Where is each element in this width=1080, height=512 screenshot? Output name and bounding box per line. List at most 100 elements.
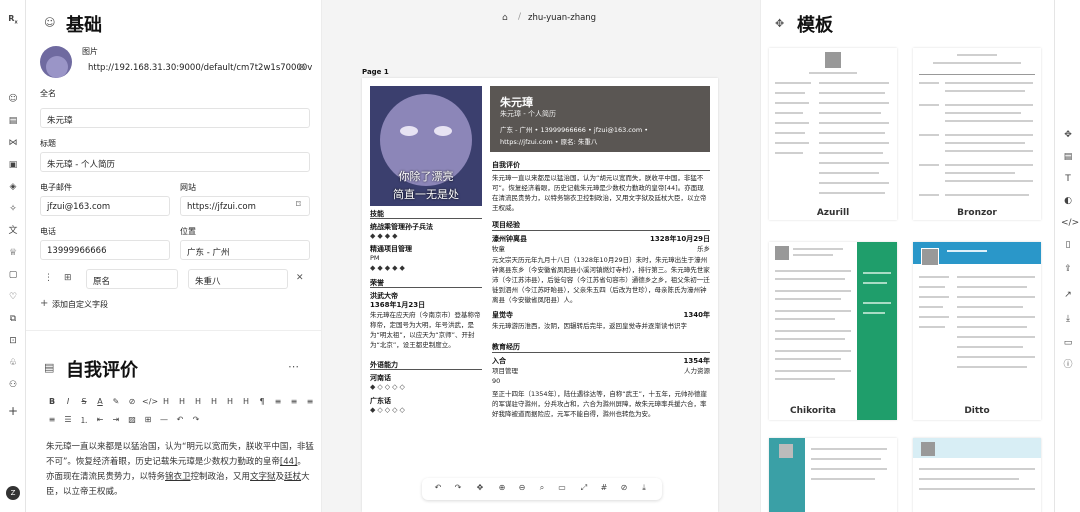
language-level: ◆◇◇◇◇ [370, 383, 407, 391]
heading5-icon[interactable]: H [224, 397, 236, 406]
export-icon[interactable]: ⤓ [1061, 312, 1075, 326]
references-icon[interactable]: ⚇ [6, 378, 20, 392]
add-section-icon[interactable]: + [6, 404, 20, 418]
redo-icon[interactable]: ↷ [190, 415, 202, 424]
notes-icon[interactable]: ▭ [1061, 336, 1075, 350]
email-input[interactable]: jfzui@163.com [40, 196, 170, 216]
briefcase-icon[interactable]: ▣ [6, 158, 20, 172]
template-icon[interactable]: ✥ [1061, 128, 1075, 142]
location-input[interactable]: 广东 - 广州 [180, 240, 310, 260]
skills-icon[interactable]: ✧ [6, 202, 20, 216]
volunteer-icon[interactable]: ♧ [6, 356, 20, 370]
picture-url-input[interactable]: http://192.168.31.30:9000/default/cm7t2w… [82, 58, 312, 78]
heading2-icon[interactable]: H [176, 397, 188, 406]
ordered-list-icon[interactable]: ⒈ [78, 415, 90, 426]
phone-input[interactable]: 13999966666 [40, 240, 170, 260]
share-icon[interactable]: ⋈ [6, 136, 20, 150]
summary-underline: 廷杖 [284, 472, 302, 482]
plus-icon[interactable]: + [40, 298, 48, 309]
toggle-layout-icon[interactable]: ▭ [556, 483, 568, 492]
strikethrough-icon[interactable]: S [78, 397, 90, 406]
zoom-out-icon[interactable]: ⊖ [516, 483, 528, 492]
outdent-icon[interactable]: ⇤ [94, 415, 106, 424]
bullet-list-icon[interactable]: ☰ [62, 415, 74, 424]
undo-icon[interactable]: ↶ [174, 415, 186, 424]
redo-icon[interactable]: ↷ [452, 483, 464, 492]
avatar[interactable] [40, 46, 72, 78]
certificate-icon[interactable]: ▢ [6, 268, 20, 282]
share-icon[interactable]: ⇪ [1061, 262, 1075, 276]
pan-icon[interactable]: ✥ [474, 483, 486, 492]
fullname-input[interactable]: 朱元璋 [40, 108, 310, 128]
drag-handle-icon[interactable]: ⋮ [44, 273, 53, 283]
language-icon[interactable]: 文 [6, 224, 20, 238]
preview-canvas[interactable]: ⌂ / zhu-yuan-zhang Page 1 你除了漂亮 简直一无是处 朱… [322, 0, 760, 512]
website-input[interactable]: https://jfzui.com [180, 196, 310, 216]
summary-text: 及 [275, 472, 285, 482]
css-icon[interactable]: </> [1061, 216, 1079, 230]
heading4-icon[interactable]: H [208, 397, 220, 406]
code-icon[interactable]: </> [142, 397, 158, 406]
link-icon[interactable]: ⊘ [126, 397, 138, 406]
custom-field-name-input[interactable]: 原名 [86, 269, 178, 289]
picture-options-icon[interactable]: ⊙ [298, 63, 306, 73]
add-custom-field-button[interactable]: 添加自定义字段 [52, 299, 108, 310]
interests-icon[interactable]: ♡ [6, 290, 20, 304]
home-icon[interactable]: ⌂ [502, 13, 508, 23]
logo-icon[interactable]: Rx [6, 12, 20, 26]
heading3-icon[interactable]: H [192, 397, 204, 406]
template-card-chikorita[interactable]: Chikorita [769, 242, 897, 420]
headline-input[interactable]: 朱元璋 - 个人简历 [40, 152, 310, 172]
template-card-bronzor[interactable]: Bronzor [913, 48, 1041, 220]
align-justify-icon[interactable]: ≡ [46, 415, 58, 424]
fullscreen-icon[interactable]: ⤢ [578, 483, 590, 493]
theme-icon[interactable]: ◐ [1061, 194, 1075, 208]
layout-icon[interactable]: ▤ [1061, 150, 1075, 164]
options-icon[interactable]: ⋯ [288, 360, 299, 373]
breadcrumb[interactable]: zhu-yuan-zhang [528, 13, 596, 23]
page-icon[interactable]: ▯ [1061, 238, 1075, 252]
link-icon[interactable]: ⊘ [618, 483, 630, 492]
align-center-icon[interactable]: ≡ [288, 397, 300, 406]
resume-header: 朱元璋 朱元璋 - 个人简历 广东 - 广州 • 13999966666 • j… [490, 86, 710, 152]
divider [26, 330, 321, 331]
hr-icon[interactable]: — [158, 415, 170, 424]
custom-field-value-input[interactable]: 朱重八 [188, 269, 288, 289]
publications-icon[interactable]: ⊡ [6, 334, 20, 348]
heading6-icon[interactable]: H [240, 397, 252, 406]
template-card[interactable] [913, 438, 1041, 512]
heading1-icon[interactable]: H [160, 397, 172, 406]
underline-icon[interactable]: A [94, 397, 106, 406]
template-card-azurill[interactable]: Azurill [769, 48, 897, 220]
download-icon[interactable]: ⤓ [638, 483, 650, 493]
indent-icon[interactable]: ⇥ [110, 415, 122, 424]
close-icon[interactable]: ✕ [296, 273, 304, 283]
highlight-icon[interactable]: ✎ [110, 397, 122, 406]
template-card[interactable] [769, 438, 897, 512]
award-icon[interactable]: ♕ [6, 246, 20, 260]
paragraph-icon[interactable]: ¶ [256, 397, 268, 406]
italic-icon[interactable]: I [62, 397, 74, 406]
summary-editor[interactable]: 朱元璋一直以来都是以猛治国，认为“明元以宽而失，朕收平中国，非猛不可”。恢复经济… [46, 440, 314, 500]
custom-field-icon[interactable]: ⊞ [64, 273, 72, 283]
education-icon[interactable]: ◈ [6, 180, 20, 194]
image-icon[interactable]: ▨ [126, 415, 138, 424]
hash-icon[interactable]: # [598, 483, 610, 492]
bold-icon[interactable]: B [46, 397, 58, 406]
table-icon[interactable]: ⊞ [142, 415, 154, 424]
typography-icon[interactable]: T [1061, 172, 1075, 186]
fit-icon[interactable]: ⌕ [536, 483, 548, 493]
account-avatar[interactable]: Z [6, 486, 20, 500]
user-icon[interactable]: ☺ [6, 92, 20, 106]
projects-icon[interactable]: ⧉ [6, 312, 20, 326]
info-icon[interactable]: ⓘ [1061, 358, 1075, 372]
template-card-ditto[interactable]: Ditto [913, 242, 1041, 420]
statistics-icon[interactable]: ↗ [1061, 288, 1075, 302]
tag-icon[interactable]: ⌑ [296, 200, 301, 210]
summary-icon[interactable]: ▤ [6, 114, 20, 128]
align-right-icon[interactable]: ≡ [304, 397, 316, 406]
undo-icon[interactable]: ↶ [432, 483, 444, 492]
zoom-in-icon[interactable]: ⊕ [496, 483, 508, 492]
align-left-icon[interactable]: ≡ [272, 397, 284, 406]
summary-citation-link[interactable]: [44] [280, 457, 297, 467]
